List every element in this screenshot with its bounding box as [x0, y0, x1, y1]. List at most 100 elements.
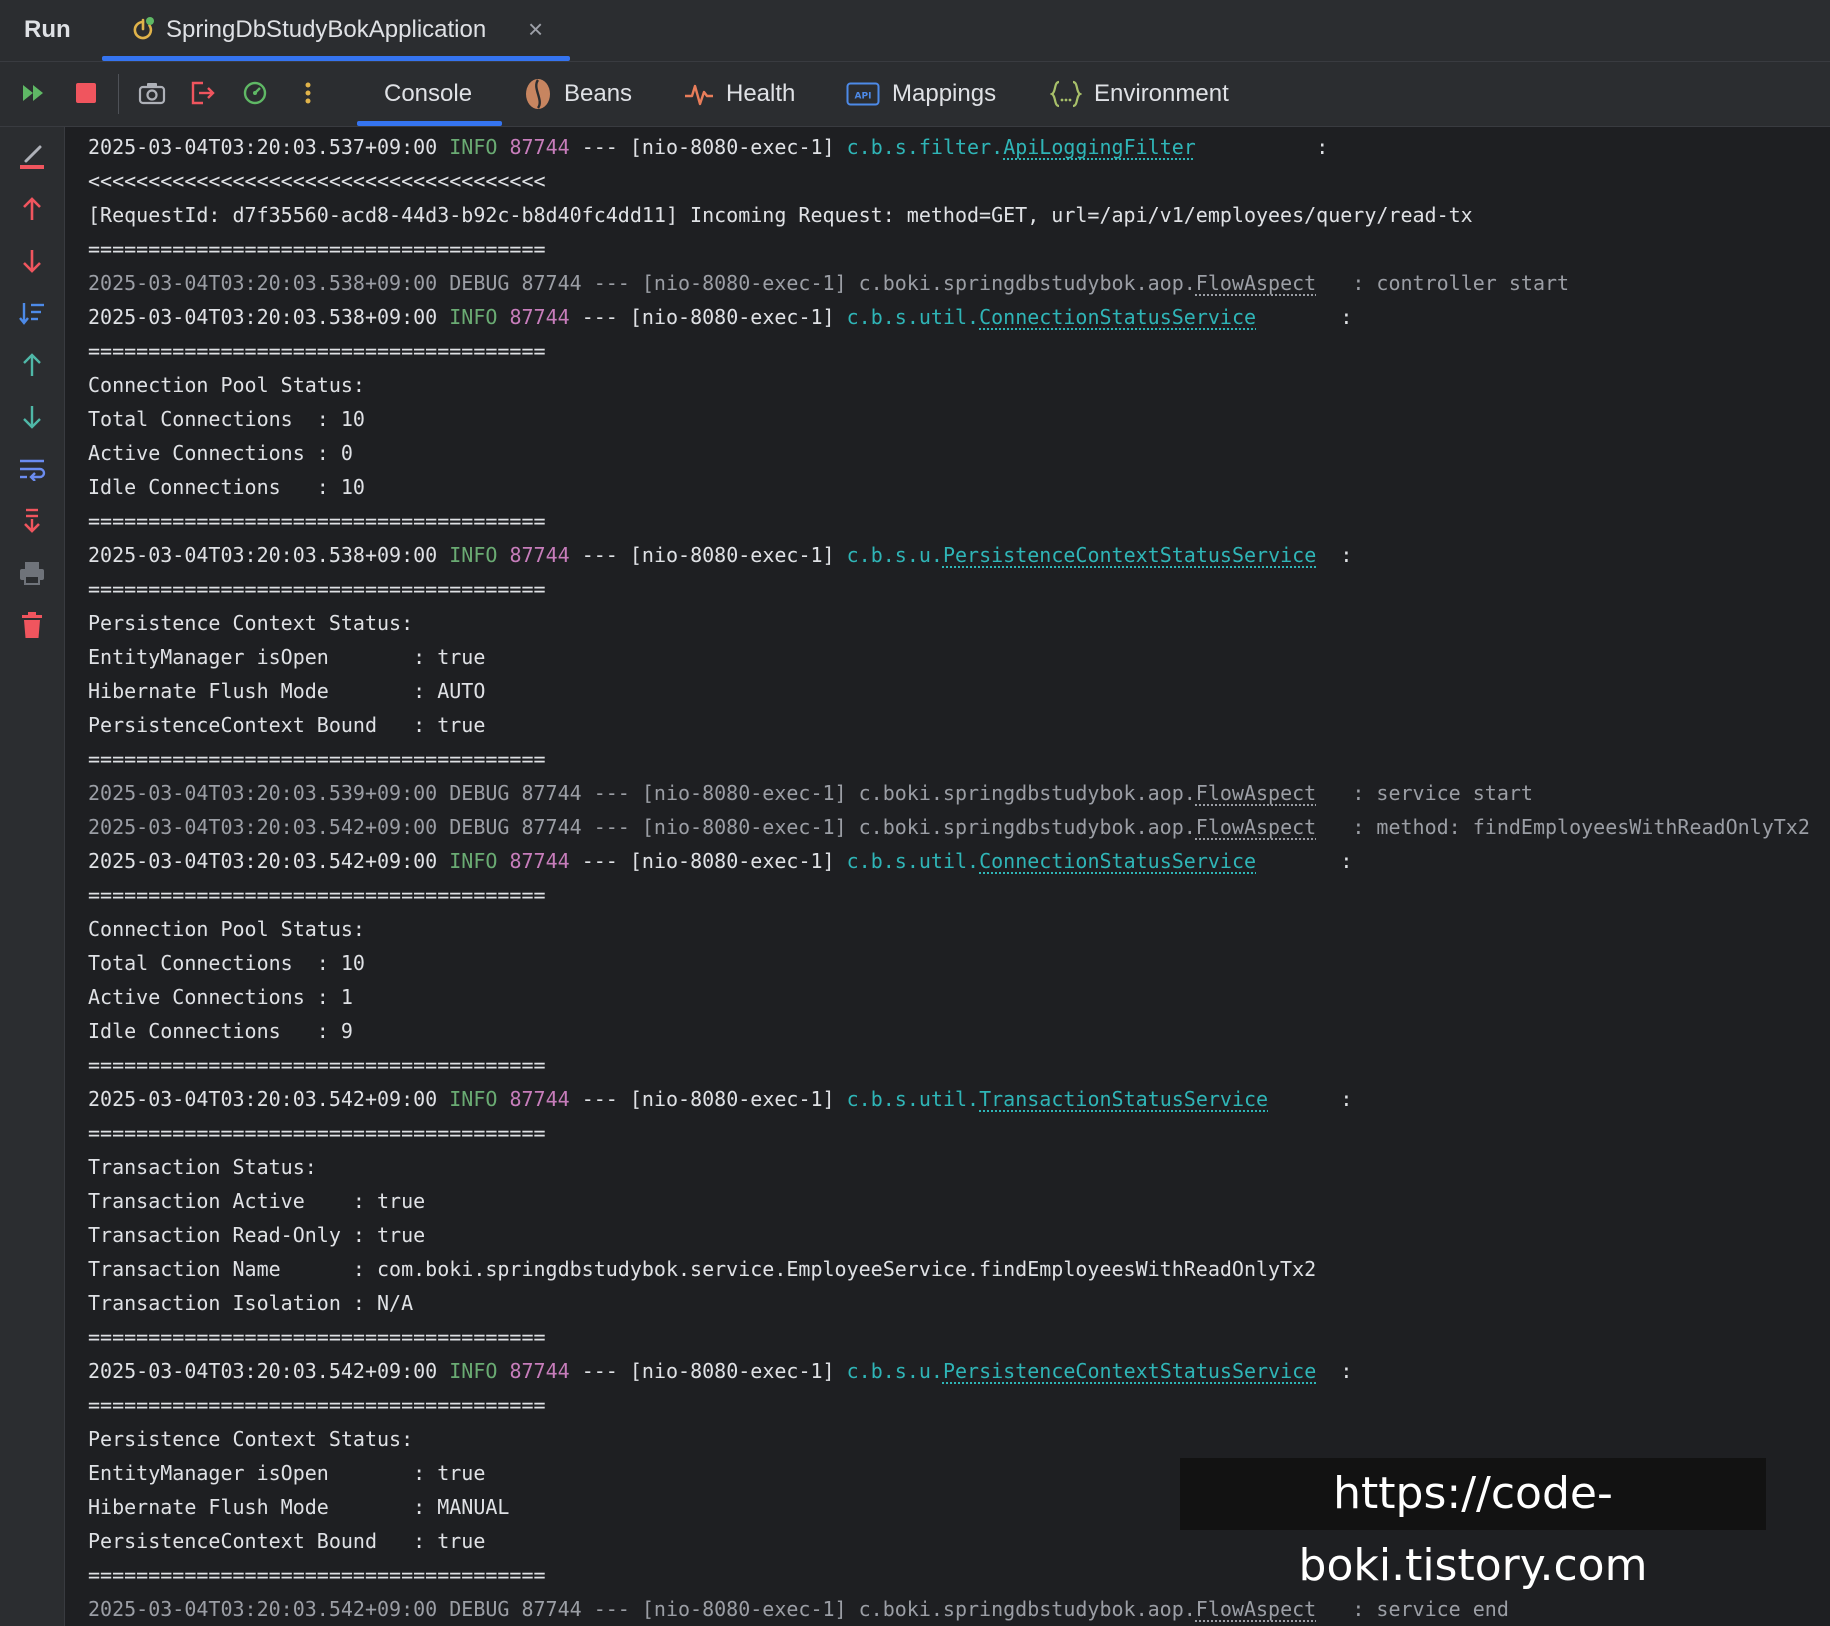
log-timestamp: 2025-03-04T03:20:03.538+09:00 [88, 305, 438, 329]
log-level: INFO [437, 135, 498, 159]
console-side-toolbar [0, 127, 65, 1626]
log-space [497, 543, 509, 567]
console-text: Total Connections : 10 [88, 407, 365, 431]
console-line: 2025-03-04T03:20:03.537+09:00 INFO 87744… [88, 130, 1830, 164]
console-output[interactable]: 2025-03-04T03:20:03.537+09:00 INFO 87744… [88, 130, 1830, 1626]
log-timestamp: 2025-03-04T03:20:03.537+09:00 [88, 135, 438, 159]
debug-log-message: : service start [1316, 781, 1533, 805]
camera-icon[interactable] [135, 76, 169, 110]
stop-icon[interactable] [69, 76, 103, 110]
console-text: Active Connections : 0 [88, 441, 353, 465]
logger-link[interactable]: ConnectionStatusService [979, 849, 1256, 873]
log-space [497, 305, 509, 329]
trash-icon[interactable] [14, 607, 50, 643]
console-line: ====================================== [88, 1048, 1830, 1082]
soft-wrap-icon[interactable] [14, 451, 50, 487]
exit-icon[interactable] [186, 76, 220, 110]
watermark-url: https://code-boki.tistory.com [1180, 1458, 1766, 1591]
api-icon: API [846, 82, 880, 106]
console-line: Idle Connections : 9 [88, 1014, 1830, 1048]
log-pid: 87744 [509, 543, 570, 567]
logger-link[interactable]: ApiLoggingFilter [1003, 135, 1196, 159]
prev-occurrence-icon[interactable] [14, 347, 50, 383]
next-occurrence-icon[interactable] [14, 399, 50, 435]
tab-health[interactable]: Health [684, 62, 795, 126]
console-line: ====================================== [88, 742, 1830, 776]
tab-beans[interactable]: Beans [524, 62, 632, 126]
console-line: 2025-03-04T03:20:03.539+09:00 DEBUG 8774… [88, 776, 1830, 810]
log-thread: --- [nio-8080-exec-1] [569, 135, 847, 159]
clear-marker-icon[interactable] [14, 139, 50, 175]
log-thread: --- [nio-8080-exec-1] [569, 305, 847, 329]
profiler-icon[interactable] [238, 76, 272, 110]
log-timestamp: 2025-03-04T03:20:03.542+09:00 [88, 1087, 438, 1111]
heartbeat-icon [684, 81, 714, 107]
logger-link[interactable]: FlowAspect [1196, 815, 1316, 839]
console-line: Idle Connections : 10 [88, 470, 1830, 504]
debug-log-prefix: 2025-03-04T03:20:03.542+09:00 DEBUG 8774… [88, 815, 1196, 839]
spring-boot-running-icon [130, 16, 156, 42]
active-tab-indicator [102, 56, 570, 61]
logger-link[interactable]: ConnectionStatusService [979, 305, 1256, 329]
console-text: ====================================== [88, 237, 546, 261]
log-pid: 87744 [509, 1087, 570, 1111]
logger-link[interactable]: PersistenceContextStatusService [943, 543, 1316, 567]
console-text: EntityManager isOpen : true [88, 645, 486, 669]
console-line: Persistence Context Status: [88, 606, 1830, 640]
debug-log-prefix: 2025-03-04T03:20:03.542+09:00 DEBUG 8774… [88, 1597, 1196, 1621]
more-options-icon[interactable] [291, 76, 325, 110]
rerun-icon[interactable] [17, 76, 51, 110]
log-thread: --- [nio-8080-exec-1] [569, 849, 847, 873]
console-line: Hibernate Flush Mode : AUTO [88, 674, 1830, 708]
console-text: Active Connections : 1 [88, 985, 353, 1009]
logger-link[interactable]: FlowAspect [1196, 271, 1316, 295]
console-text: Transaction Status: [88, 1155, 317, 1179]
log-level: INFO [437, 1359, 498, 1383]
tab-mappings[interactable]: API Mappings [846, 62, 996, 126]
console-line: PersistenceContext Bound : true [88, 708, 1830, 742]
console-text: Connection Pool Status: [88, 373, 365, 397]
console-line: ====================================== [88, 232, 1830, 266]
log-space [497, 849, 509, 873]
logger-package: c.b.s.util. [846, 305, 980, 329]
tab-environment[interactable]: Environment [1050, 62, 1229, 126]
log-level: INFO [437, 543, 498, 567]
logger-link[interactable]: FlowAspect [1196, 781, 1316, 805]
log-thread: --- [nio-8080-exec-1] [569, 1087, 847, 1111]
console-line: Transaction Name : com.boki.springdbstud… [88, 1252, 1830, 1286]
logger-link[interactable]: TransactionStatusService [979, 1087, 1268, 1111]
tab-console[interactable]: Console [384, 62, 472, 126]
debug-log-message: : controller start [1316, 271, 1570, 295]
tab-environment-label: Environment [1094, 80, 1229, 107]
console-line: <<<<<<<<<<<<<<<<<<<<<<<<<<<<<<<<<<<<<< [88, 164, 1830, 198]
console-line: Active Connections : 1 [88, 980, 1830, 1014]
tab-console-label: Console [384, 80, 473, 107]
console-line: ====================================== [88, 1320, 1830, 1354]
svg-text:API: API [855, 92, 872, 102]
log-level: INFO [437, 1087, 498, 1111]
console-text: ====================================== [88, 1325, 546, 1349]
run-config-tab[interactable]: SpringDbStudyBokApplication × [102, 0, 570, 61]
console-line: Transaction Read-Only : true [88, 1218, 1830, 1252]
console-line: Connection Pool Status: [88, 912, 1830, 946]
print-icon[interactable] [14, 555, 50, 591]
log-level: INFO [437, 849, 498, 873]
console-text: ====================================== [88, 339, 546, 363]
console-text: PersistenceContext Bound : true [88, 713, 486, 737]
console-text: Hibernate Flush Mode : AUTO [88, 679, 486, 703]
arrow-up-icon[interactable] [14, 191, 50, 227]
console-text: Transaction Name : com.boki.springdbstud… [88, 1257, 1317, 1281]
close-icon[interactable]: × [528, 14, 543, 45]
console-text: Transaction Read-Only : true [88, 1223, 426, 1247]
arrow-down-icon[interactable] [14, 243, 50, 279]
sort-icon[interactable] [14, 295, 50, 331]
console-line: ====================================== [88, 504, 1830, 538]
logger-link[interactable]: PersistenceContextStatusService [943, 1359, 1316, 1383]
console-line: ====================================== [88, 334, 1830, 368]
log-timestamp: 2025-03-04T03:20:03.538+09:00 [88, 543, 438, 567]
console-line: ====================================== [88, 1388, 1830, 1422]
console-text: PersistenceContext Bound : true [88, 1529, 486, 1553]
console-line: [RequestId: d7f35560-acd8-44d3-b92c-b8d4… [88, 198, 1830, 232]
log-pid: 87744 [509, 849, 570, 873]
scroll-to-end-icon[interactable] [14, 503, 50, 539]
